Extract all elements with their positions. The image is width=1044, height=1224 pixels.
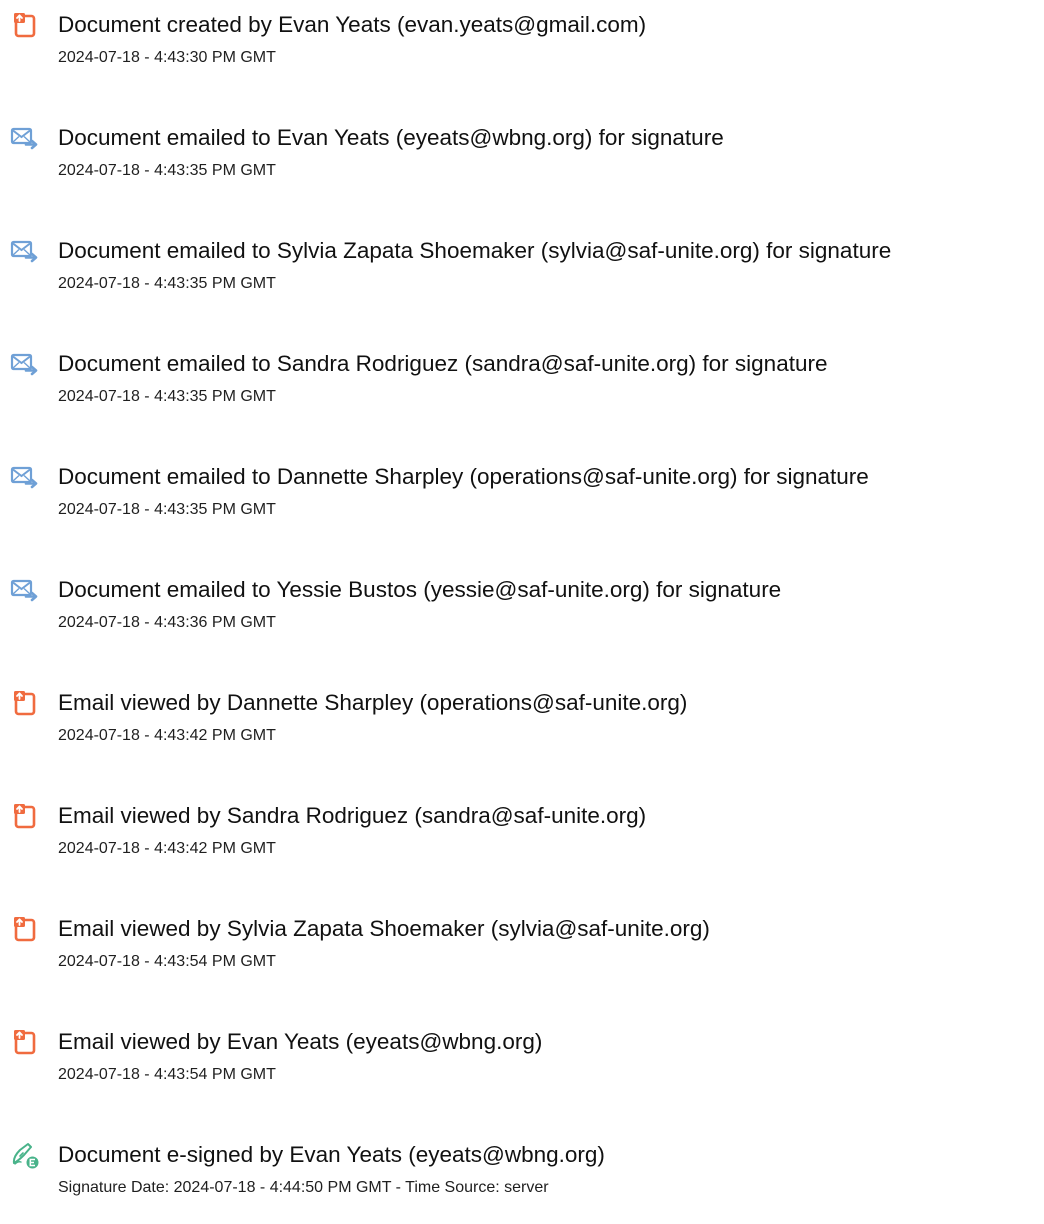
audit-event: Document emailed to Evan Yeats (eyeats@w… [0,113,1044,193]
event-title: Document emailed to Yessie Bustos (yessi… [58,577,782,602]
audit-event: Document emailed to Dannette Sharpley (o… [0,452,1044,532]
event-title: Document emailed to Sandra Rodriguez (sa… [58,351,828,376]
document-icon [10,801,40,831]
event-time: 2024-07-18 - 4:43:35 PM GMT [58,501,276,518]
email-forward-icon [10,123,40,153]
audit-event: Email viewed by Sandra Rodriguez (sandra… [0,791,1044,871]
event-time: 2024-07-18 - 4:43:54 PM GMT [58,1066,276,1083]
event-time: 2024-07-18 - 4:43:30 PM GMT [58,49,276,66]
event-time: 2024-07-18 - 4:43:36 PM GMT [58,614,276,631]
event-title: Email viewed by Sylvia Zapata Shoemaker … [58,916,710,941]
event-time: 2024-07-18 - 4:43:35 PM GMT [58,275,276,292]
event-title: Email viewed by Sandra Rodriguez (sandra… [58,803,647,828]
audit-event: Document emailed to Sylvia Zapata Shoema… [0,226,1044,306]
email-forward-icon [10,349,40,379]
email-forward-icon [10,236,40,266]
audit-event: Email viewed by Sylvia Zapata Shoemaker … [0,904,1044,984]
event-title: Email viewed by Evan Yeats (eyeats@wbng.… [58,1029,543,1054]
event-time: 2024-07-18 - 4:43:42 PM GMT [58,727,276,744]
document-icon [10,10,40,40]
event-title: Document e-signed by Evan Yeats (eyeats@… [58,1142,605,1167]
document-icon [10,914,40,944]
event-time: 2024-07-18 - 4:43:35 PM GMT [58,162,276,179]
audit-event: Document emailed to Sandra Rodriguez (sa… [0,339,1044,419]
event-title: Document emailed to Sylvia Zapata Shoema… [58,238,892,263]
event-time: 2024-07-18 - 4:43:35 PM GMT [58,388,276,405]
event-title: Document created by Evan Yeats (evan.yea… [58,12,647,37]
event-title: Document emailed to Dannette Sharpley (o… [58,464,869,489]
event-time: 2024-07-18 - 4:43:42 PM GMT [58,840,276,857]
email-forward-icon [10,575,40,605]
email-forward-icon [10,462,40,492]
event-title: Document emailed to Evan Yeats (eyeats@w… [58,125,724,150]
audit-event: Document emailed to Yessie Bustos (yessi… [0,565,1044,645]
audit-event: Document e-signed by Evan Yeats (eyeats@… [0,1130,1044,1210]
e-sign-pen-icon [10,1140,40,1170]
event-time: Signature Date: 2024-07-18 - 4:44:50 PM … [58,1179,549,1196]
audit-event: Email viewed by Dannette Sharpley (opera… [0,678,1044,758]
document-icon [10,688,40,718]
audit-event: Document created by Evan Yeats (evan.yea… [0,0,1044,80]
event-title: Email viewed by Dannette Sharpley (opera… [58,690,688,715]
document-icon [10,1027,40,1057]
event-time: 2024-07-18 - 4:43:54 PM GMT [58,953,276,970]
audit-event: Email viewed by Evan Yeats (eyeats@wbng.… [0,1017,1044,1097]
